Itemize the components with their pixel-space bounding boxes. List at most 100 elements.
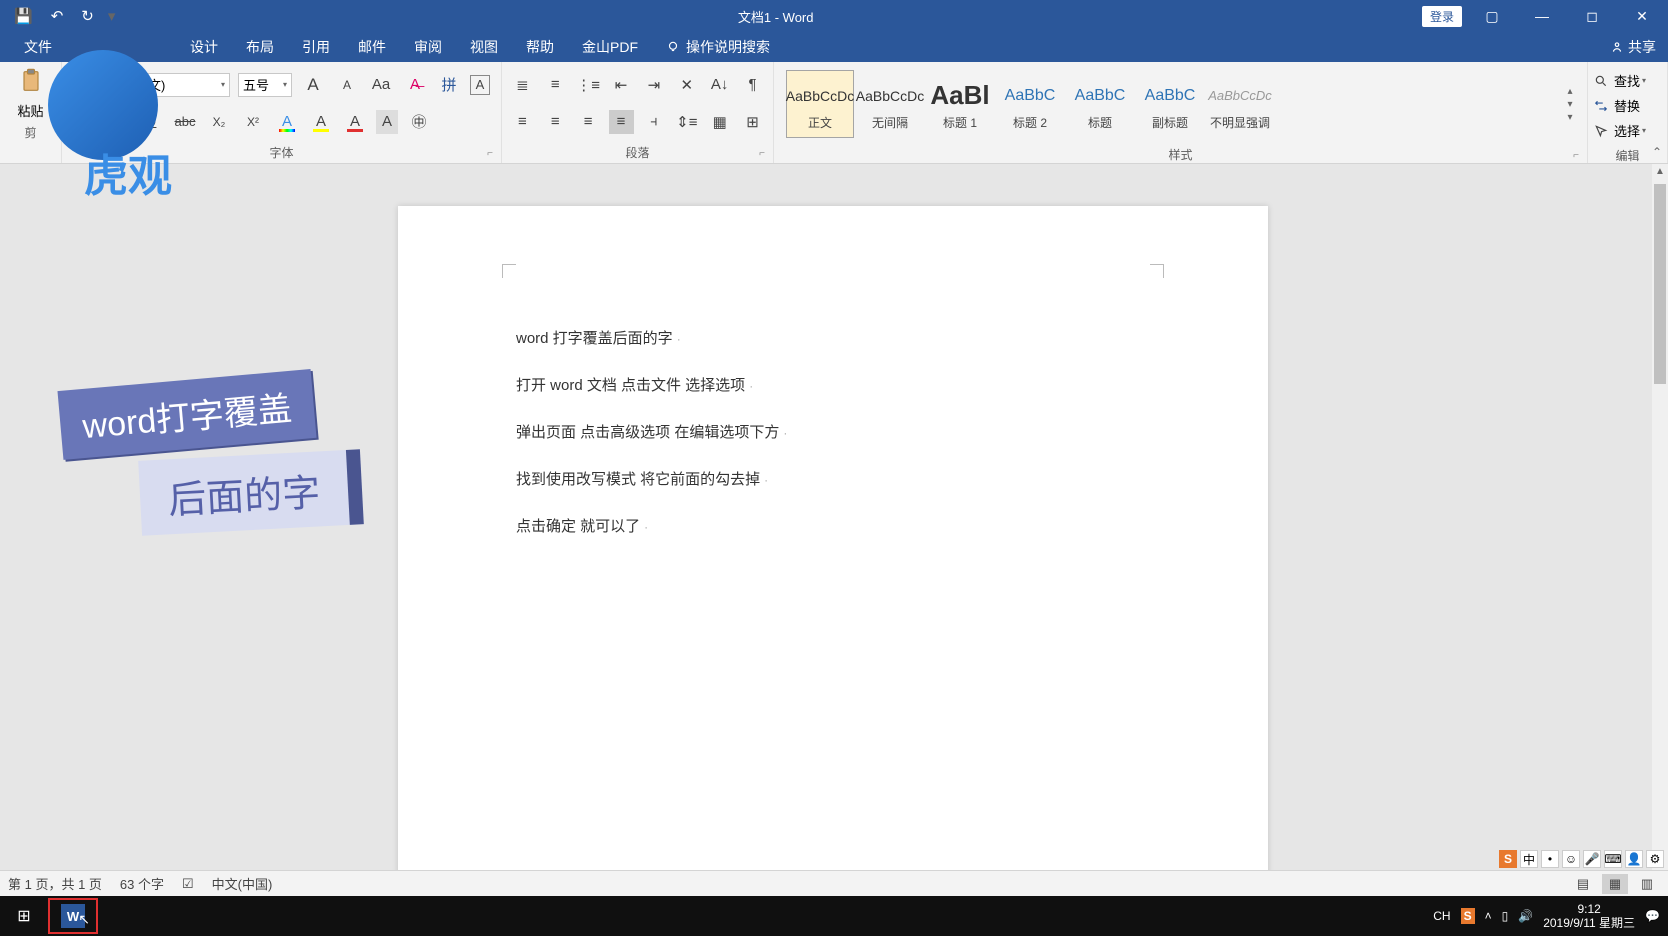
document-line[interactable]: word 打字覆盖后面的字 — [516, 322, 1150, 355]
increase-indent-button[interactable]: ⇥ — [642, 73, 667, 97]
sogou-icon[interactable]: S — [1499, 850, 1517, 868]
undo-icon[interactable]: ↶ — [51, 7, 64, 25]
close-button[interactable]: ✕ — [1622, 8, 1662, 25]
view-print-button[interactable]: ▦ — [1602, 874, 1628, 894]
tab-jinshan[interactable]: 金山PDF — [568, 32, 652, 62]
tab-review[interactable]: 审阅 — [400, 32, 456, 62]
subscript-button[interactable]: X₂ — [206, 110, 232, 134]
tell-me[interactable]: 操作说明搜索 — [652, 37, 770, 57]
clear-format-button[interactable]: A̶ — [402, 73, 428, 97]
proofing-icon[interactable]: ☑ — [182, 876, 194, 892]
tab-mailings[interactable]: 邮件 — [344, 32, 400, 62]
style-item-标题[interactable]: AaBbC标题 — [1066, 70, 1134, 138]
para-dialog-icon[interactable]: ⌐ — [759, 148, 765, 159]
paste-button[interactable]: 粘贴 — [8, 66, 53, 120]
style-item-无间隔[interactable]: AaBbCcDc无间隔 — [856, 70, 924, 138]
phonetic-guide-button[interactable]: 拼 — [436, 73, 462, 97]
line-spacing-button[interactable]: ⇕≡ — [674, 110, 699, 134]
taskbar-word-app[interactable]: W ↖ — [48, 898, 98, 934]
char-shading-button[interactable]: A — [376, 110, 398, 134]
enclose-char-button[interactable]: ㊥ — [406, 110, 432, 134]
justify-button[interactable]: ≡ — [609, 110, 634, 134]
document-page[interactable]: word 打字覆盖后面的字打开 word 文档 点击文件 选择选项弹出页面 点击… — [398, 206, 1268, 902]
superscript-button[interactable]: X² — [240, 110, 266, 134]
multilevel-button[interactable]: ⋮≡ — [576, 73, 601, 97]
tray-sogou-icon[interactable]: S — [1461, 908, 1475, 924]
document-line[interactable]: 点击确定 就可以了 — [516, 510, 1150, 543]
vertical-scrollbar[interactable]: ▲ ▼ — [1652, 164, 1668, 870]
view-web-button[interactable]: ▥ — [1634, 874, 1660, 894]
shrink-font-button[interactable]: A — [334, 73, 360, 97]
font-size-select[interactable]: 五号▾ — [238, 73, 292, 97]
tab-view[interactable]: 视图 — [456, 32, 512, 62]
ime-keyboard-icon[interactable]: ⌨ — [1604, 850, 1622, 868]
tray-notifications-icon[interactable]: 💬 — [1645, 909, 1660, 923]
select-button[interactable]: 选择▾ — [1592, 118, 1663, 143]
tab-layout[interactable]: 布局 — [232, 32, 288, 62]
document-line[interactable]: 找到使用改写模式 将它前面的勾去掉 — [516, 463, 1150, 496]
tab-references[interactable]: 引用 — [288, 32, 344, 62]
ime-mic-icon[interactable]: 🎤 — [1583, 850, 1601, 868]
ime-emoji-icon[interactable]: ☺ — [1562, 850, 1580, 868]
save-icon[interactable]: 💾 — [14, 7, 33, 25]
tray-chevron-icon[interactable]: ˄ — [1485, 909, 1492, 923]
replace-button[interactable]: 替换 — [1592, 93, 1663, 118]
style-item-副标题[interactable]: AaBbC副标题 — [1136, 70, 1204, 138]
style-item-正文[interactable]: AaBbCcDc正文 — [786, 70, 854, 138]
redo-icon[interactable]: ↻ — [81, 7, 94, 25]
style-item-标题 1[interactable]: AaBl标题 1 — [926, 70, 994, 138]
distribute-button[interactable]: ⫞ — [642, 110, 667, 134]
bullets-button[interactable]: ≣ — [510, 73, 535, 97]
view-read-button[interactable]: ▤ — [1570, 874, 1596, 894]
document-line[interactable]: 打开 word 文档 点击文件 选择选项 — [516, 369, 1150, 402]
align-left-button[interactable]: ≡ — [510, 110, 535, 134]
document-line[interactable]: 弹出页面 点击高级选项 在编辑选项下方 — [516, 416, 1150, 449]
document-content[interactable]: word 打字覆盖后面的字打开 word 文档 点击文件 选择选项弹出页面 点击… — [516, 322, 1150, 557]
char-border-button[interactable]: A — [470, 75, 490, 95]
tray-volume-icon[interactable]: 🔊 — [1518, 909, 1533, 923]
asian-layout-button[interactable]: ✕ — [674, 73, 699, 97]
collapse-ribbon-button[interactable]: ⌃ — [1652, 145, 1662, 159]
align-center-button[interactable]: ≡ — [543, 110, 568, 134]
ime-person-icon[interactable]: 👤 — [1625, 850, 1643, 868]
tab-help[interactable]: 帮助 — [512, 32, 568, 62]
qat-more-icon[interactable]: ▾ — [108, 7, 116, 25]
ime-ch-icon[interactable]: 中 — [1520, 850, 1538, 868]
ime-settings-icon[interactable]: ⚙ — [1646, 850, 1664, 868]
show-marks-button[interactable]: ¶ — [740, 73, 765, 97]
share-button[interactable]: 共享 — [1610, 37, 1656, 57]
scroll-thumb[interactable] — [1654, 184, 1666, 384]
highlight-button[interactable]: A — [308, 110, 334, 134]
font-dialog-icon[interactable]: ⌐ — [487, 148, 493, 159]
numbering-button[interactable]: ≡ — [543, 73, 568, 97]
change-case-button[interactable]: Aa — [368, 73, 394, 97]
status-lang[interactable]: 中文(中国) — [212, 874, 273, 893]
align-right-button[interactable]: ≡ — [576, 110, 601, 134]
status-page[interactable]: 第 1 页，共 1 页 — [8, 874, 102, 893]
tab-design[interactable]: 设计 — [176, 32, 232, 62]
tray-ime-label[interactable]: CH — [1433, 909, 1450, 923]
tray-clock[interactable]: 9:12 2019/9/11 星期三 — [1543, 902, 1635, 931]
style-item-不明显强调[interactable]: AaBbCcDc不明显强调 — [1206, 70, 1274, 138]
ribbon-display-icon[interactable]: ▢ — [1472, 8, 1512, 25]
find-button[interactable]: 查找▾ — [1592, 68, 1663, 93]
borders-button[interactable]: ⊞ — [740, 110, 765, 134]
grow-font-button[interactable]: A — [300, 73, 326, 97]
styles-dialog-icon[interactable]: ⌐ — [1573, 150, 1579, 161]
style-item-标题 2[interactable]: AaBbC标题 2 — [996, 70, 1064, 138]
styles-gallery[interactable]: AaBbCcDc正文AaBbCcDc无间隔AaBl标题 1AaBbC标题 2Aa… — [782, 66, 1561, 142]
maximize-button[interactable]: ◻ — [1572, 8, 1612, 25]
minimize-button[interactable]: — — [1522, 8, 1562, 24]
text-effects-button[interactable]: A — [274, 110, 300, 134]
shading-button[interactable]: ▦ — [707, 110, 732, 134]
styles-more-button[interactable]: ▴▾▾ — [1561, 66, 1579, 142]
tray-network-icon[interactable]: ▯ — [1502, 909, 1509, 923]
ime-punct-icon[interactable]: • — [1541, 850, 1559, 868]
status-words[interactable]: 63 个字 — [120, 874, 164, 893]
decrease-indent-button[interactable]: ⇤ — [609, 73, 634, 97]
font-color-button[interactable]: A — [342, 110, 368, 134]
document-area[interactable]: word 打字覆盖后面的字打开 word 文档 点击文件 选择选项弹出页面 点击… — [0, 164, 1668, 902]
sort-button[interactable]: A↓ — [707, 73, 732, 97]
start-button[interactable]: ⊞ — [0, 906, 48, 926]
login-button[interactable]: 登录 — [1422, 6, 1462, 27]
